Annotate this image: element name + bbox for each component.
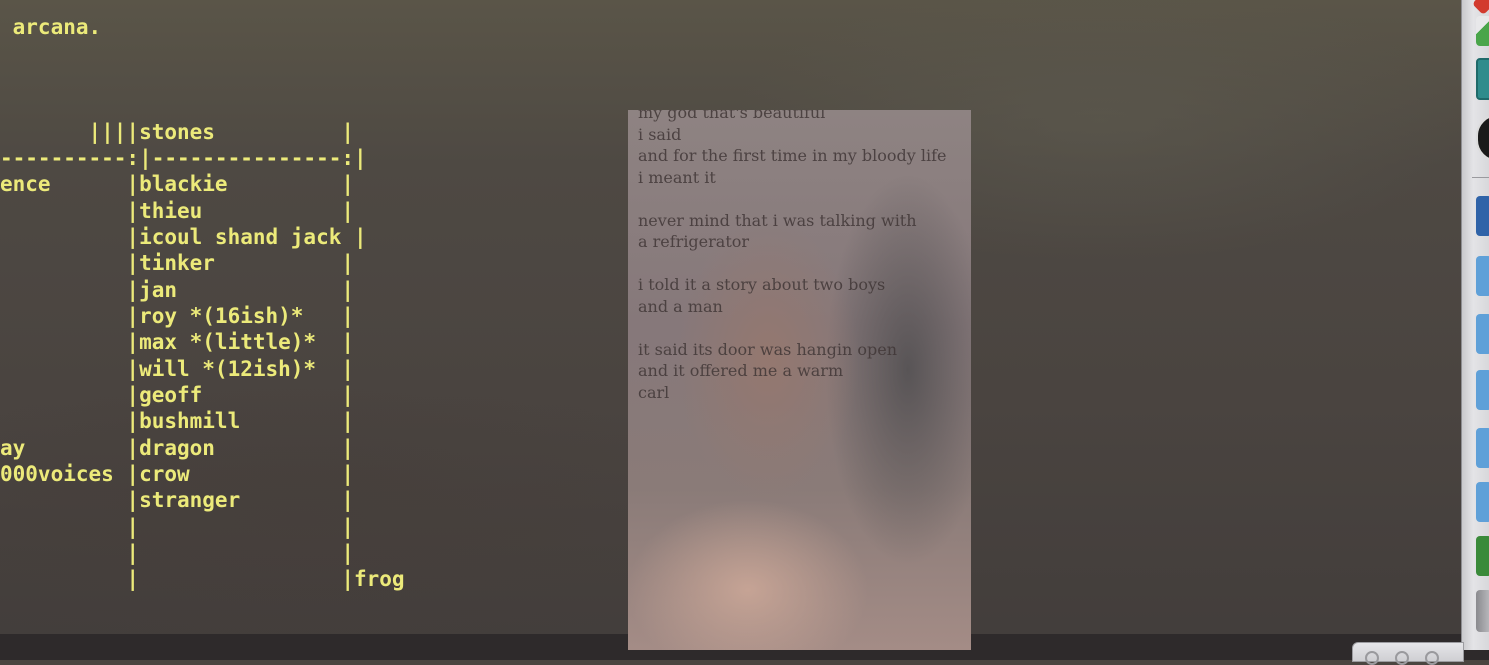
trash-icon[interactable] [1476, 590, 1489, 632]
window-button-icon[interactable] [1425, 651, 1439, 665]
poem-line: i told it a story about two boys [638, 275, 886, 294]
table-line: |thieu | [0, 199, 355, 223]
window-controls-bar [1352, 642, 1464, 665]
poem-line: carl [638, 382, 670, 402]
green-arrow-icon[interactable] [1476, 16, 1489, 46]
poem-line [638, 188, 968, 210]
teal-app-icon[interactable] [1476, 58, 1489, 100]
table-line: |roy *(16ish)* | [0, 304, 355, 328]
folder-icon[interactable] [1476, 256, 1489, 296]
poem-line [638, 317, 968, 339]
window-button-icon[interactable] [1395, 651, 1409, 665]
table-line: |tinker | [0, 251, 355, 275]
poem-line: it said its door was hangin open [638, 339, 897, 359]
folder-icon[interactable] [1476, 370, 1489, 410]
folder-icon[interactable] [1476, 428, 1489, 468]
poem-line: my god that's beautiful [638, 110, 826, 122]
table-line: | | [0, 541, 355, 565]
table-line: | |frog [0, 567, 405, 591]
poem-text: my god that's beautiful i said and for t… [638, 110, 968, 403]
red-x-icon[interactable] [1471, 0, 1489, 16]
table-line: ence |blackie | [0, 172, 355, 196]
table-line: |bushmill | [0, 409, 355, 433]
poem-image-window[interactable]: my god that's beautiful i said and for t… [628, 110, 971, 650]
poem-line: and for the first time in my bloody life [638, 146, 947, 165]
blue-case-icon[interactable] [1476, 196, 1489, 236]
folder-icon[interactable] [1476, 314, 1489, 354]
poem-line: a refrigerator [638, 232, 750, 251]
poem-line: i said [638, 124, 682, 144]
folder-icon[interactable] [1476, 482, 1489, 522]
poem-line: and a man [638, 296, 723, 316]
green-folder-icon[interactable] [1476, 536, 1489, 576]
table-line: |icoul shand jack | [0, 225, 367, 249]
table-line: ----------:|---------------:| [0, 146, 367, 170]
table-line: ||||stones | [0, 120, 355, 144]
window-button-icon[interactable] [1365, 651, 1379, 665]
table-line: ay |dragon | [0, 436, 355, 460]
table-line: |stranger | [0, 488, 355, 512]
dock-separator [1472, 177, 1489, 178]
table-line: 000voices |crow | [0, 462, 355, 486]
poem-line: never mind that i was talking with [638, 210, 917, 230]
table-line: | | [0, 515, 355, 539]
dock [1461, 0, 1489, 650]
black-circle-app-icon[interactable] [1476, 114, 1489, 162]
table-line: |geoff | [0, 383, 355, 407]
terminal-header: arcana. [0, 15, 102, 39]
poem-line [638, 253, 968, 275]
table-line: |jan | [0, 278, 355, 302]
terminal-output: arcana. ||||stones | ----------:|-------… [0, 0, 620, 634]
table-line: |max *(little)* | [0, 330, 355, 354]
table-line: |will *(12ish)* | [0, 357, 355, 381]
poem-line: and it offered me a warm [638, 361, 844, 380]
poem-line: i meant it [638, 167, 716, 187]
